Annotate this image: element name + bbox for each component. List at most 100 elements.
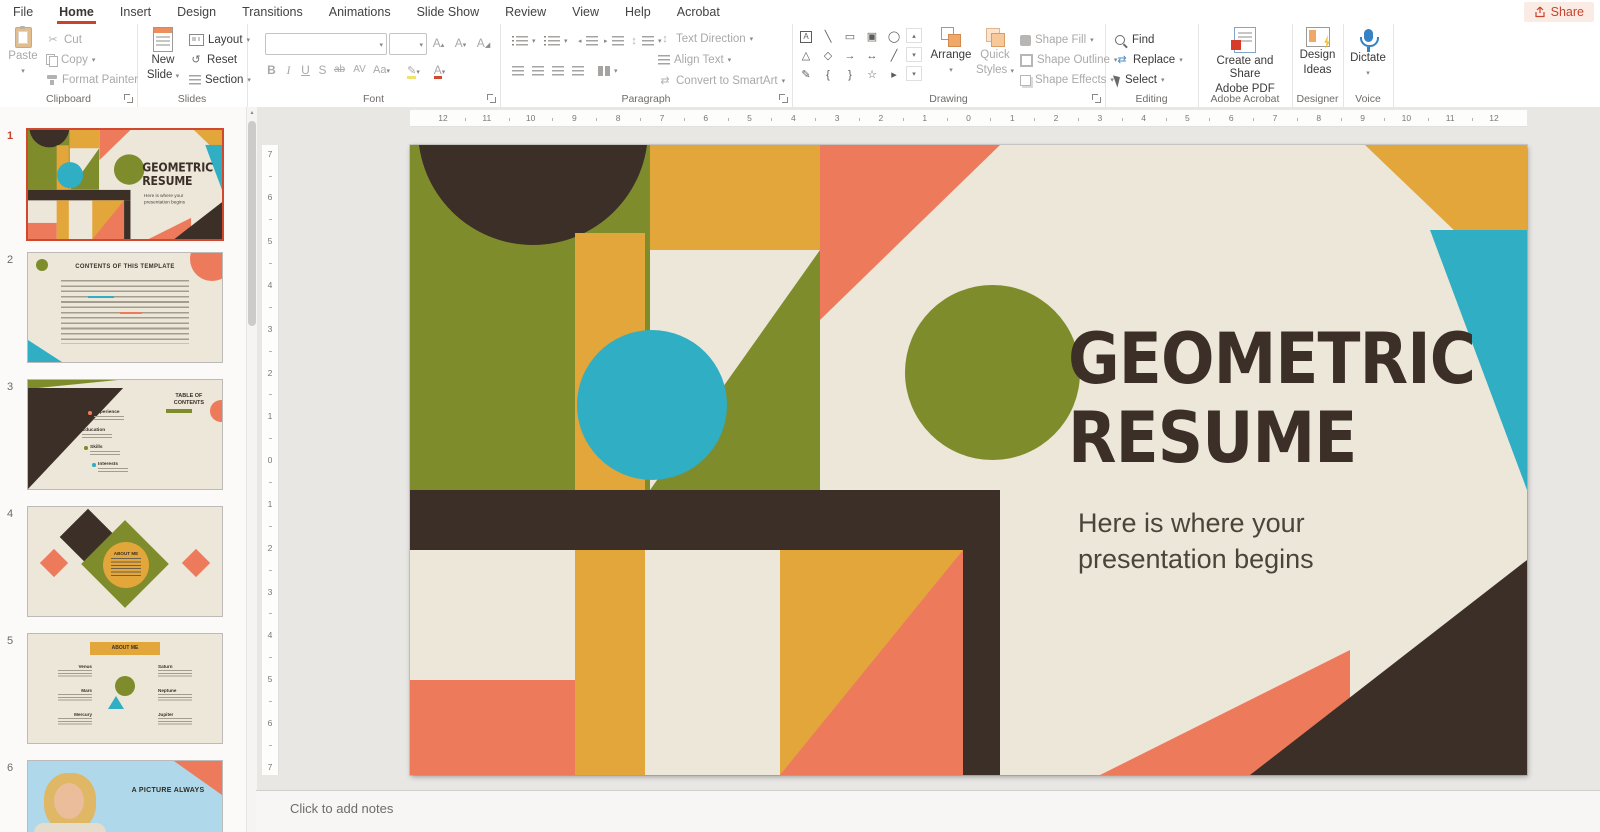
find-button[interactable]: Find	[1115, 32, 1154, 48]
slide-shape-dark-corner-triangle[interactable]	[1250, 560, 1527, 775]
slide-subtitle-textbox[interactable]: Here is where your presentation begins	[144, 193, 185, 206]
strikethrough-button[interactable]: ab	[331, 62, 348, 78]
shape-left-brace-icon[interactable]: {	[818, 66, 838, 83]
shape-star-icon[interactable]: ☆	[862, 66, 882, 83]
text-shadow-button[interactable]: S	[314, 62, 331, 78]
shapes-scroll-up-button[interactable]: ▴	[906, 28, 922, 43]
slide-shape-teal-circle[interactable]	[577, 330, 727, 480]
layout-button[interactable]: Layout ▾	[189, 32, 250, 48]
underline-button[interactable]: U	[297, 62, 314, 78]
paragraph-dialog-launcher-icon[interactable]	[779, 94, 788, 103]
italic-button[interactable]: I	[280, 62, 297, 78]
arrange-button[interactable]: Arrange ▾	[930, 27, 972, 77]
numbering-button[interactable]: ▾	[544, 33, 568, 49]
slide-shape-coral-rect-bottom-left[interactable]	[28, 223, 57, 239]
tab-design[interactable]: Design	[164, 0, 229, 24]
section-button[interactable]: Section ▾	[189, 72, 251, 88]
tab-insert[interactable]: Insert	[107, 0, 164, 24]
notes-pane[interactable]: Click to add notes	[256, 790, 1600, 832]
tab-home[interactable]: Home	[46, 0, 107, 24]
paste-button[interactable]: Paste ▾	[4, 27, 42, 78]
slide-shape-dark-vertical-bar[interactable]	[124, 200, 130, 239]
highlight-color-button[interactable]: ✎▾	[405, 62, 422, 81]
slide-shape-mustard-rect-top[interactable]	[70, 130, 100, 148]
justify-button[interactable]	[572, 63, 584, 79]
convert-to-smartart-button[interactable]: ⇄Convert to SmartArt▾	[658, 73, 785, 89]
create-share-adobe-pdf-button[interactable]: Create and Share Adobe PDF	[1204, 27, 1286, 96]
character-spacing-button[interactable]: AV	[351, 62, 368, 78]
columns-button[interactable]: ▾	[598, 63, 618, 79]
select-button[interactable]: Select▾	[1115, 72, 1164, 88]
tab-animations[interactable]: Animations	[316, 0, 404, 24]
slide-shape-olive-circle[interactable]	[905, 285, 1080, 460]
drawing-dialog-launcher-icon[interactable]	[1092, 94, 1101, 103]
slide-shape-mustard-bar-lower[interactable]	[57, 200, 69, 239]
slide-editing-surface[interactable]: GEOMETRIC RESUME Here is where your pres…	[410, 145, 1527, 775]
shape-effects-button[interactable]: Shape Effects▾	[1020, 72, 1114, 88]
slide-thumbnail-5[interactable]: ABOUT ME Venus Mars Mercury Saturn Neptu…	[27, 633, 223, 744]
slide-title-textbox[interactable]: GEOMETRIC RESUME	[1068, 320, 1491, 478]
align-text-button[interactable]: Align Text▾	[658, 52, 731, 68]
design-ideas-button[interactable]: Design Ideas	[1295, 27, 1340, 77]
font-dialog-launcher-icon[interactable]	[487, 94, 496, 103]
reset-button[interactable]: ↺ Reset	[189, 52, 237, 68]
shape-diagonal-line-icon[interactable]: ╱	[884, 47, 904, 64]
cut-button[interactable]: ✂ Cut	[46, 32, 82, 48]
scrollbar-thumb[interactable]	[248, 121, 256, 326]
shape-oval-icon[interactable]: ◯	[884, 28, 904, 45]
tab-file[interactable]: File	[0, 0, 46, 24]
copy-button[interactable]: Copy ▾	[46, 52, 95, 68]
align-center-button[interactable]	[532, 63, 544, 79]
shape-right-brace-icon[interactable]: }	[840, 66, 860, 83]
replace-button[interactable]: ⇄Replace▾	[1115, 52, 1183, 68]
tab-slide-show[interactable]: Slide Show	[404, 0, 493, 24]
thumbnail-panel-scrollbar[interactable]: ▴	[246, 107, 257, 832]
slide-thumbnail-1[interactable]: GEOMETRIC RESUME Here is where your pres…	[26, 128, 224, 241]
notes-placeholder[interactable]: Click to add notes	[290, 801, 393, 816]
grow-font-button[interactable]: A▴	[430, 35, 447, 54]
align-left-button[interactable]	[512, 63, 524, 79]
new-slide-button[interactable]: New Slide ▾	[143, 27, 183, 83]
font-color-button[interactable]: A▾	[431, 62, 448, 81]
slide-thumbnail-3[interactable]: TABLE OFCONTENTS Experience Education Sk…	[27, 379, 223, 490]
tab-help[interactable]: Help	[612, 0, 664, 24]
shape-rounded-rectangle-icon[interactable]: ▣	[862, 28, 882, 45]
slide-shape-mustard-bar-lower[interactable]	[575, 550, 645, 775]
dictate-button[interactable]: Dictate ▾	[1347, 29, 1389, 80]
line-spacing-button[interactable]: ↕▾	[630, 33, 662, 49]
shape-triangle-icon[interactable]: △	[796, 47, 816, 64]
shape-diamond-icon[interactable]: ◇	[818, 47, 838, 64]
slide-shape-teal-circle[interactable]	[57, 162, 83, 188]
change-case-button[interactable]: Aa▾	[373, 62, 390, 80]
slide-shape-dark-horizontal-bar[interactable]	[410, 490, 1000, 550]
quick-styles-button[interactable]: Quick Styles ▾	[974, 27, 1016, 78]
font-size-combobox[interactable]: ▾	[389, 33, 427, 55]
tab-acrobat[interactable]: Acrobat	[664, 0, 733, 24]
shape-arrow-right-icon[interactable]: →	[840, 47, 860, 64]
bullets-button[interactable]: ▾	[512, 33, 536, 49]
tab-transitions[interactable]: Transitions	[229, 0, 316, 24]
slide-shape-dark-vertical-bar[interactable]	[963, 550, 1000, 775]
shape-freeform-icon[interactable]: ✎	[796, 66, 816, 83]
share-button[interactable]: Share	[1524, 2, 1594, 22]
tab-view[interactable]: View	[559, 0, 612, 24]
shape-rectangle-icon[interactable]: ▭	[840, 28, 860, 45]
slide-shape-dark-horizontal-bar[interactable]	[28, 190, 130, 200]
slide-thumbnail-2[interactable]: CONTENTS OF THIS TEMPLATE	[27, 252, 223, 363]
shrink-font-button[interactable]: A▾	[452, 35, 469, 54]
shape-textbox-icon[interactable]: A	[796, 28, 816, 45]
shapes-scroll-down-button[interactable]: ▾	[906, 47, 922, 62]
clipboard-dialog-launcher-icon[interactable]	[124, 94, 133, 103]
increase-indent-button[interactable]: ▸	[604, 33, 624, 49]
clear-formatting-button[interactable]: A◢	[475, 35, 492, 54]
slide-thumbnail-6[interactable]: A PICTURE ALWAYS	[27, 760, 223, 832]
shapes-gallery-more-button[interactable]: ▾	[906, 66, 922, 81]
bold-button[interactable]: B	[263, 62, 280, 78]
text-direction-button[interactable]: ↕Text Direction▾	[658, 31, 753, 47]
shape-fill-button[interactable]: Shape Fill▾	[1020, 32, 1094, 48]
shape-arrow-double-icon[interactable]: ↔	[862, 47, 882, 64]
slide-subtitle-textbox[interactable]: Here is where your presentation begins	[1078, 505, 1314, 577]
font-name-combobox[interactable]: ▾	[265, 33, 387, 55]
slide-thumbnail-4[interactable]: ABOUT ME	[27, 506, 223, 617]
align-right-button[interactable]	[552, 63, 564, 79]
